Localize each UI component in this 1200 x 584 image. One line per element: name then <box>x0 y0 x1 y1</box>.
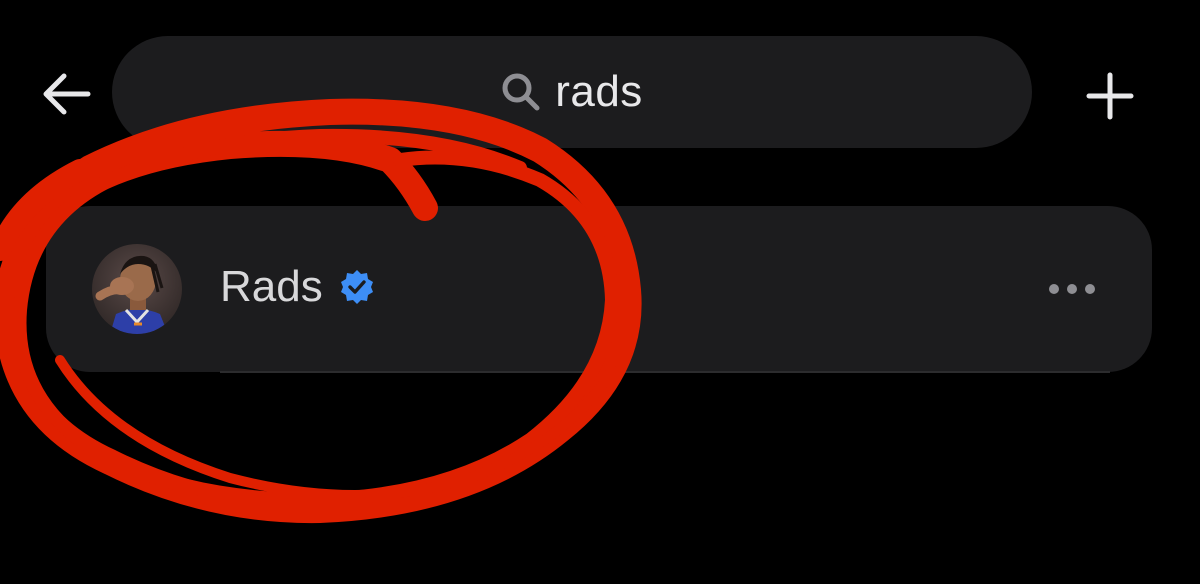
search-result-row[interactable]: Rads <box>46 206 1152 372</box>
result-name: Rads <box>220 262 323 311</box>
plus-icon <box>1086 72 1134 120</box>
more-options-button[interactable] <box>1042 274 1102 304</box>
more-horizontal-icon <box>1049 284 1059 294</box>
add-button[interactable] <box>1080 66 1140 126</box>
search-bar[interactable]: rads <box>112 36 1032 148</box>
search-screen: rads Rads <box>0 0 1200 584</box>
row-divider <box>220 371 1110 373</box>
search-input[interactable]: rads <box>555 67 643 117</box>
avatar[interactable] <box>92 244 182 334</box>
player-avatar <box>92 244 182 334</box>
search-content: rads <box>501 67 643 117</box>
back-button[interactable] <box>36 66 96 122</box>
more-horizontal-icon <box>1067 284 1077 294</box>
verified-badge-icon <box>340 270 373 304</box>
result-name-group: Rads <box>220 262 375 312</box>
arrow-left-icon <box>43 73 91 115</box>
more-horizontal-icon <box>1085 284 1095 294</box>
search-icon <box>502 73 540 111</box>
